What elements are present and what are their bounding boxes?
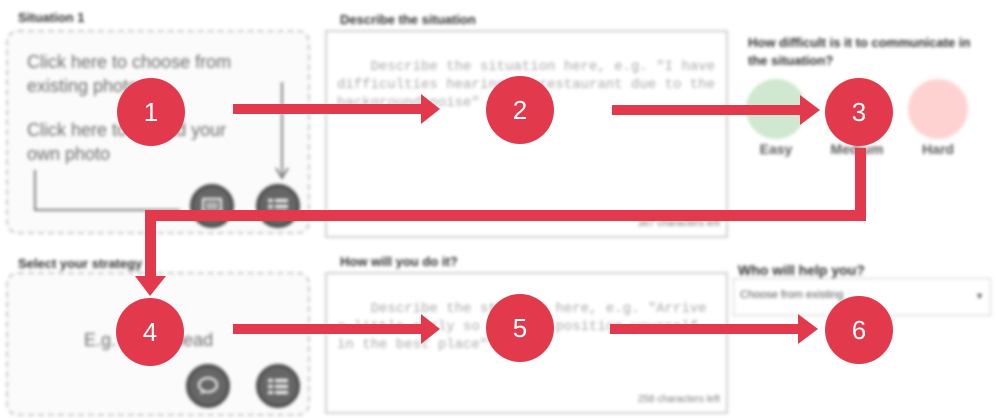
arrow-2-to-3 xyxy=(612,105,802,115)
arrow-3-to-4-head xyxy=(135,276,166,296)
arrow-5-to-6-head xyxy=(798,314,818,344)
step-badge-4: 4 xyxy=(116,298,184,366)
arrow-5-to-6 xyxy=(610,324,800,334)
step-badge-2: 2 xyxy=(486,76,554,144)
arrow-1-to-2-head xyxy=(421,94,440,124)
step-badge-6: 6 xyxy=(825,296,893,364)
arrow-4-down xyxy=(145,210,156,280)
arrow-4-to-5-head xyxy=(421,314,440,344)
step-badge-1: 1 xyxy=(117,78,185,146)
arrow-1-to-2 xyxy=(233,104,423,114)
arrow-2-to-3-head xyxy=(800,95,820,125)
step-badge-3: 3 xyxy=(825,78,893,146)
arrow-3-down xyxy=(855,148,866,220)
step-badge-5: 5 xyxy=(486,294,554,362)
arrow-4-to-5 xyxy=(233,324,423,334)
arrow-3-across xyxy=(145,210,866,221)
